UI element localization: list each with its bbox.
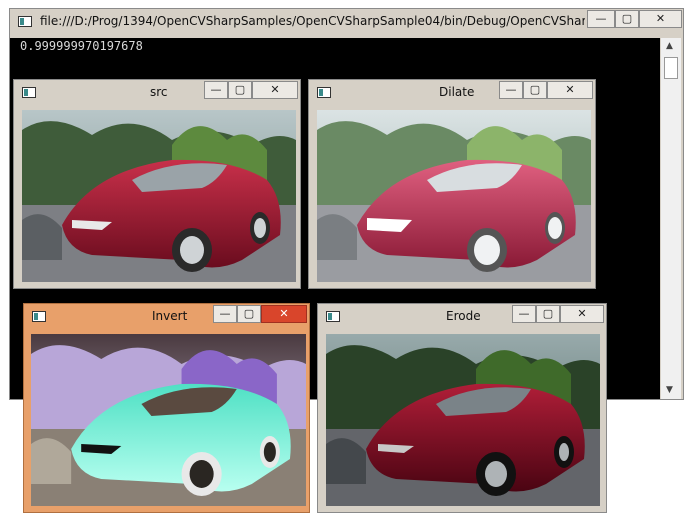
minimize-button[interactable]: — <box>213 305 237 323</box>
window-title: Invert <box>152 309 188 323</box>
window-title: src <box>150 85 168 99</box>
window-title: file:///D:/Prog/1394/OpenCVSharpSamples/… <box>40 14 585 28</box>
chevron-up-icon[interactable]: ▲ <box>666 41 673 51</box>
window-title: Dilate <box>439 85 475 99</box>
erode-window: Erode — ▢ ✕ <box>317 303 607 513</box>
maximize-button[interactable]: ▢ <box>237 305 261 323</box>
src-titlebar[interactable]: src — ▢ ✕ <box>14 80 300 106</box>
chevron-down-icon[interactable]: ▼ <box>666 385 673 395</box>
window-icon <box>317 87 331 98</box>
invert-image <box>31 334 306 506</box>
close-button[interactable]: ✕ <box>560 305 604 323</box>
close-button[interactable]: ✕ <box>547 81 593 99</box>
src-image <box>22 110 296 282</box>
close-button[interactable]: ✕ <box>261 305 307 323</box>
window-icon <box>326 311 340 322</box>
minimize-button[interactable]: — <box>204 81 228 99</box>
maximize-button[interactable]: ▢ <box>228 81 252 99</box>
minimize-button[interactable]: — <box>587 10 615 28</box>
erode-titlebar[interactable]: Erode — ▢ ✕ <box>318 304 606 330</box>
maximize-button[interactable]: ▢ <box>536 305 560 323</box>
dilate-titlebar[interactable]: Dilate — ▢ ✕ <box>309 80 595 106</box>
invert-window: Invert — ▢ ✕ <box>23 303 310 513</box>
console-titlebar[interactable]: file:///D:/Prog/1394/OpenCVSharpSamples/… <box>10 9 683 35</box>
close-button[interactable]: ✕ <box>639 10 682 28</box>
window-icon <box>18 16 32 27</box>
minimize-button[interactable]: — <box>499 81 523 99</box>
maximize-button[interactable]: ▢ <box>615 10 639 28</box>
erode-image <box>326 334 600 506</box>
window-title: Erode <box>446 309 481 323</box>
invert-titlebar[interactable]: Invert — ▢ ✕ <box>24 304 309 330</box>
window-icon <box>32 311 46 322</box>
vertical-scrollbar[interactable]: ▲ ▼ <box>661 38 681 399</box>
minimize-button[interactable]: — <box>512 305 536 323</box>
dilate-image <box>317 110 591 282</box>
console-output: 0.999999970197678 <box>20 39 143 53</box>
dilate-window: Dilate — ▢ ✕ <box>308 79 596 289</box>
scrollbar-thumb[interactable] <box>664 57 678 79</box>
window-icon <box>22 87 36 98</box>
maximize-button[interactable]: ▢ <box>523 81 547 99</box>
src-window: src — ▢ ✕ <box>13 79 301 289</box>
close-button[interactable]: ✕ <box>252 81 298 99</box>
